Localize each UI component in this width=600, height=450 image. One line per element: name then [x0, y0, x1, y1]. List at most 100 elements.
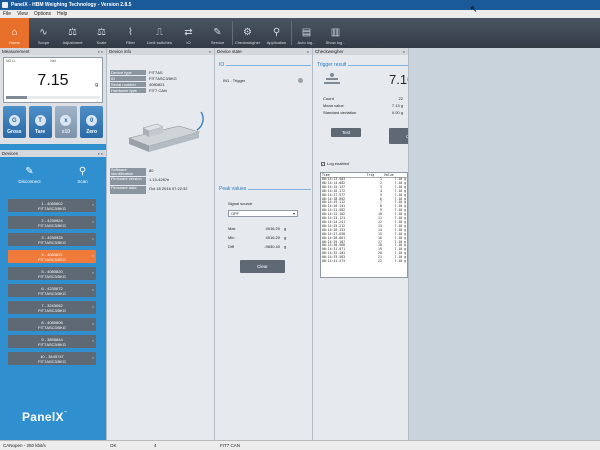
device-item[interactable]: 3 - 4230925 FIT7ASC3/5KG × [8, 233, 96, 246]
menu-item-options[interactable]: Options [34, 11, 51, 17]
ribbon-label: Show log... [325, 40, 346, 45]
close-icon[interactable]: × [92, 355, 94, 360]
signal-source-value: OFF [231, 211, 239, 216]
show-log-icon: ▥ [330, 26, 341, 38]
ribbon-show-log[interactable]: ▥ Show log... [321, 18, 350, 48]
devices-panel: Devices ▪ × ✎ Disconnect ⚲ Scan 1 - 4080… [0, 150, 106, 440]
ribbon-checkweigher[interactable]: ⚙ Checkweigher [233, 18, 262, 48]
test-button[interactable]: Test [331, 128, 361, 137]
close-icon[interactable]: × [92, 219, 94, 224]
menu-item-help[interactable]: Help [57, 11, 67, 17]
close-icon[interactable]: × [92, 236, 94, 241]
weight-display: NO LL Net 7.15 g [3, 57, 103, 103]
log-table[interactable]: Time Trig Value 00:14:13.563 1 7.10 g 00:14:14… [320, 172, 408, 278]
device-item[interactable]: 8 - 4080806 FIT7ASC3/5KG × [8, 318, 96, 331]
stat-label: Standard deviation [323, 110, 357, 115]
pin-icon[interactable]: ▪ × [98, 151, 103, 156]
peak-section-title: Peak values [219, 186, 311, 192]
checkweigher-icon: ⚙ [243, 26, 252, 38]
stat-value: 22 [398, 96, 403, 101]
peak-unit: g [284, 244, 287, 249]
device-info-title: Device info [109, 49, 132, 54]
gross-icon: G [8, 115, 20, 126]
info-value: FIT7ASC3/5KG [149, 76, 177, 81]
pin-icon[interactable]: ▪ × [98, 49, 103, 54]
ribbon-application[interactable]: ⚲ Application [262, 18, 291, 48]
stat-value: 7.13 g [391, 103, 403, 108]
checkweigher-scale-icon [324, 73, 340, 84]
device-item[interactable]: 7 - 3243062 FIT7ASC3/5KG × [8, 301, 96, 314]
info-key: Serial number [110, 82, 146, 87]
close-icon[interactable]: × [92, 202, 94, 207]
menu-item-view[interactable]: View [17, 11, 28, 17]
load-cell-image [128, 111, 204, 152]
weight-bar [6, 96, 100, 99]
info-value: Oct 18 2016 07:22:32 [149, 186, 188, 191]
scan-button[interactable]: ⚲ Scan [77, 166, 87, 184]
io-row-label: IN1 - Trigger [223, 78, 246, 83]
info-row: Software identification 80 [110, 168, 187, 177]
disconnect-label: Disconnect [18, 179, 41, 184]
ribbon-scale[interactable]: ⚖ Scale [87, 18, 116, 48]
ribbon-scope[interactable]: ∿ Scope [29, 18, 58, 48]
device-item[interactable]: 9 - 3895844 FIT7ASC3/5KG × [8, 335, 96, 348]
devices-toolbar: ✎ Disconnect ⚲ Scan [0, 157, 106, 193]
device-item[interactable]: 6 - 4230672 FIT7ASC3/5KG × [8, 284, 96, 297]
device-item[interactable]: 4 - 4080821 FIT7ASC3/5KG × [8, 250, 96, 263]
ribbon-label: Checkweigher [234, 40, 261, 45]
ribbon-filter[interactable]: ⌇ Filter [116, 18, 145, 48]
gross-button[interactable]: G Gross [3, 106, 26, 138]
tare-button[interactable]: T Tare [28, 106, 52, 138]
log-cell: 7.10 g [394, 259, 406, 264]
disconnect-button[interactable]: ✎ Disconnect [18, 166, 40, 184]
peak-clear-button[interactable]: Clear [240, 260, 285, 273]
peak-value: 4916.20 [265, 226, 280, 231]
info-value: 80 [149, 168, 154, 173]
device-state-header: Device state × [215, 48, 312, 55]
stat-label: Mean value [323, 103, 344, 108]
device-type: FIT7ASC3/5KG [38, 205, 66, 211]
device-state-panel: Device state × IO IN1 - Trigger Peak valu… [214, 48, 312, 440]
ribbon-label: Filter [126, 40, 135, 45]
close-icon[interactable]: × [92, 321, 94, 326]
peak-title: Peak values [219, 186, 247, 192]
x10-label: x10 [61, 129, 71, 135]
io-row: IN1 - Trigger [223, 78, 303, 83]
ribbon-io[interactable]: ⇄ IO [174, 18, 203, 48]
signal-source-select[interactable]: OFF ▾ [228, 210, 298, 217]
gross-label: Gross [7, 129, 22, 135]
device-type: FIT7ASC3/5KG [38, 341, 66, 347]
device-item[interactable]: 1 - 4080802 FIT7ASC3/5KG × [8, 199, 96, 212]
info-value: 1.13-4267e [149, 177, 170, 182]
close-icon[interactable]: × [92, 304, 94, 309]
ribbon-adjustment[interactable]: ⚖ Adjustment [58, 18, 87, 48]
ribbon-auto-log[interactable]: ▤ Auto log... [292, 18, 321, 48]
ribbon-label: IO [186, 40, 191, 45]
info-key: Firmware version [110, 177, 146, 185]
close-icon[interactable]: × [209, 49, 211, 54]
close-icon[interactable]: × [92, 270, 94, 275]
ribbon-limit-switches[interactable]: ⎍ Limit switches [145, 18, 174, 48]
ribbon-service[interactable]: ✎ Service [203, 18, 232, 48]
stat-row: Standard deviation 0.00 g [323, 110, 403, 115]
device-item[interactable]: 2 - 4230924 FIT7ASC3/5KG × [8, 216, 96, 229]
device-info-bottom: Software identification 80 Firmware versio… [110, 168, 187, 195]
x10-button[interactable]: x x10 [54, 106, 78, 138]
menu-item-file[interactable]: File [3, 11, 11, 17]
log-enabled-checkbox[interactable]: ✓ Log enabled [321, 161, 349, 166]
close-icon[interactable]: × [403, 49, 405, 54]
zero-button[interactable]: 0 Zero [80, 106, 103, 138]
weight-value: 7.15 [37, 72, 69, 89]
device-item[interactable]: 5 - 4080820 FIT7ASC3/5KG × [8, 267, 96, 280]
panelx-logo: PanelX™ [22, 410, 68, 424]
device-item[interactable]: 10 - 3445747 FIT7ASC3/5KG × [8, 352, 96, 365]
close-icon[interactable]: × [92, 287, 94, 292]
close-icon[interactable]: × [307, 49, 309, 54]
checkweigher-header: Checkweigher × [313, 48, 408, 55]
device-type: FIT7ASC3/5KG [38, 256, 66, 262]
close-icon[interactable]: × [92, 253, 94, 258]
ribbon-home[interactable]: ⌂ Home [0, 18, 29, 48]
weight-unit: g [95, 82, 98, 88]
plug-icon: ✎ [25, 166, 34, 177]
close-icon[interactable]: × [92, 338, 94, 343]
